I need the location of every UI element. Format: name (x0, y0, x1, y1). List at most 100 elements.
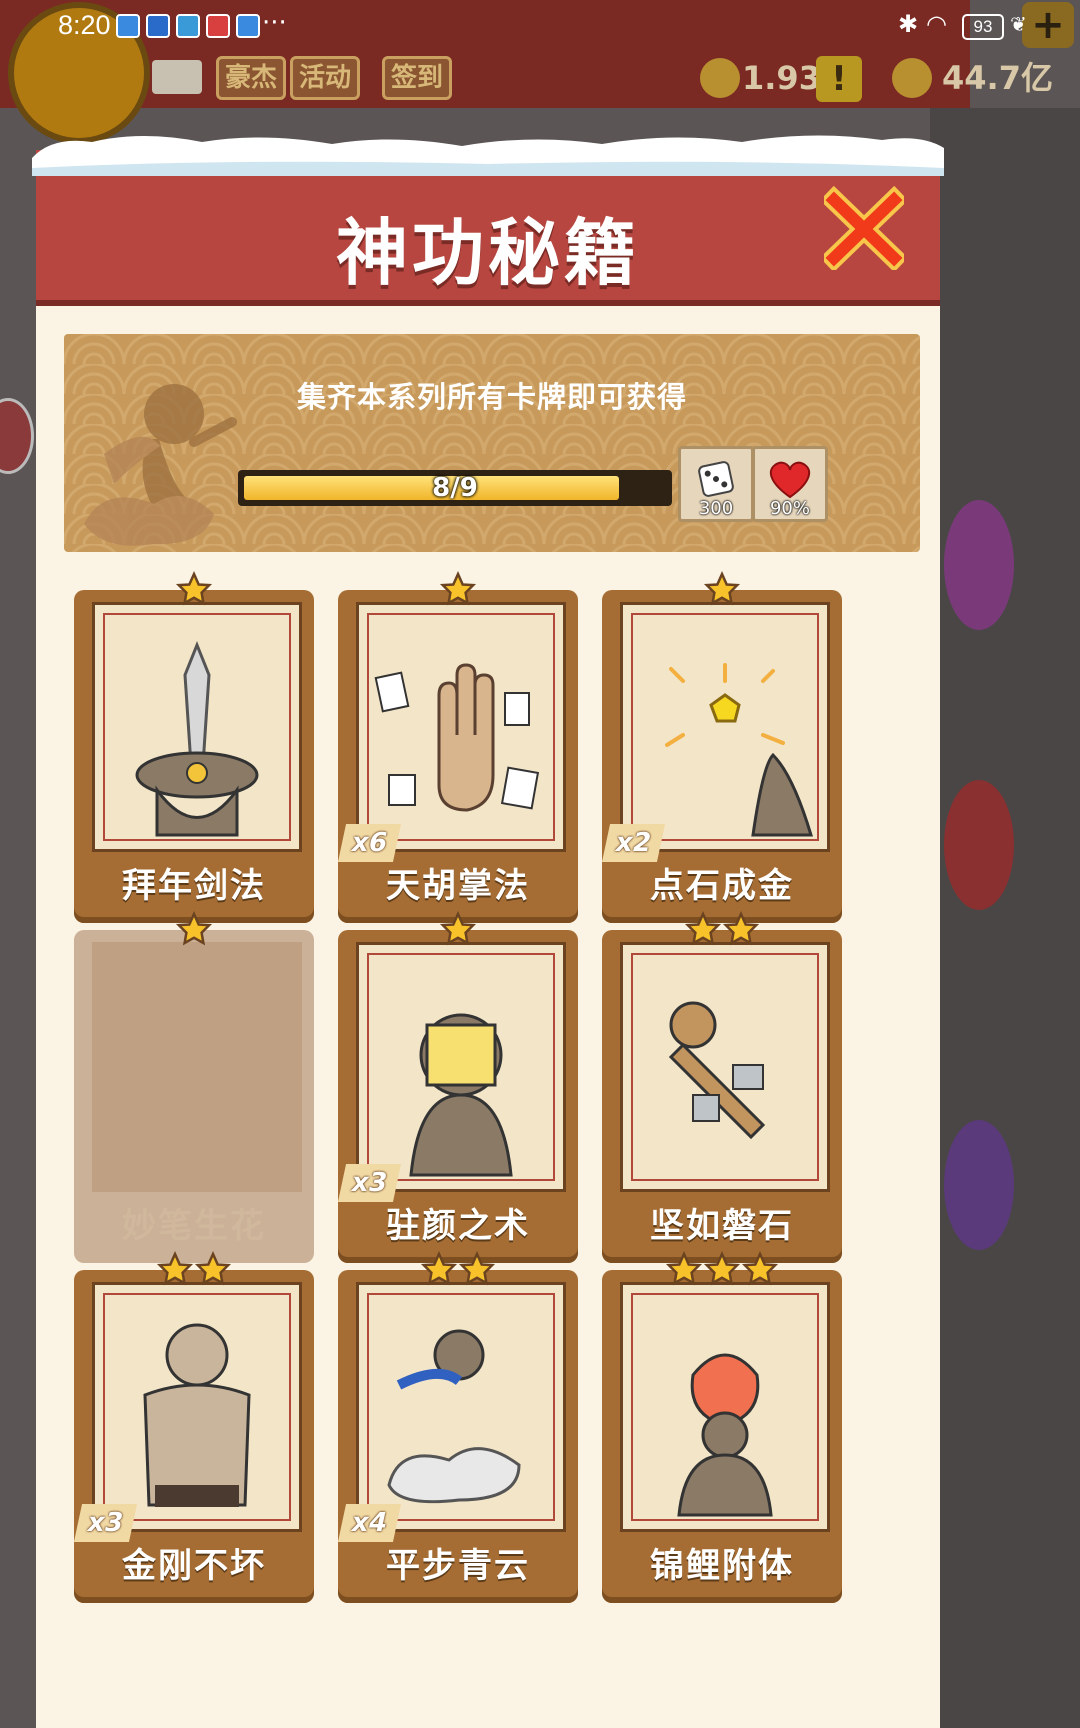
skill-card[interactable]: 驻颜之术 x3 (337, 910, 578, 1263)
card-frame: 驻颜之术 x3 (337, 930, 578, 1263)
wifi-icon: ◠ (926, 10, 947, 38)
card-artwork (92, 942, 302, 1192)
card-count-badge: x3 (337, 1164, 401, 1202)
status-bar: 8:20 ··· ✱ ◠ 93 ❦ (0, 0, 1080, 52)
star-icon (175, 910, 213, 946)
background-right-panel (930, 108, 1080, 1728)
close-button[interactable] (819, 185, 909, 273)
card-name: 驻颜之术 (386, 1206, 530, 1246)
alert-icon: ! (816, 56, 862, 102)
card-frame: 坚如磐石 (602, 930, 842, 1263)
collection-banner: 集齐本系列所有卡牌即可获得 8/9 300 90% (64, 334, 920, 552)
star-icon (703, 570, 741, 606)
coin-amount: 44.7亿 (942, 59, 1053, 97)
mail-icon (152, 60, 202, 94)
card-artwork (92, 602, 302, 852)
dice-reward-amount: 300 (698, 498, 734, 519)
card-artwork (620, 602, 830, 852)
skill-card[interactable]: 锦鲤附体 (602, 1250, 842, 1603)
card-stars (338, 1250, 578, 1290)
card-frame: 天胡掌法 x6 (337, 590, 578, 923)
cloud-app-icon (116, 14, 140, 38)
card-stars (74, 570, 314, 610)
close-icon (819, 185, 909, 273)
gem-icon (700, 58, 740, 98)
card-name: 锦鲤附体 (650, 1546, 794, 1586)
collection-modal: 神功秘籍 集齐本系列所有卡牌即可获得 8/9 300 90% 拜年剑法 天胡掌法… (32, 135, 944, 1728)
skill-card[interactable]: 天胡掌法 x6 (337, 570, 578, 923)
card-frame: 金刚不坏 x3 (73, 1270, 314, 1603)
card-stars (602, 1250, 842, 1290)
side-deco (944, 500, 1014, 630)
skill-card[interactable]: 点石成金 x2 (601, 570, 842, 923)
star-icon (420, 1250, 458, 1286)
card-frame: 锦鲤附体 (602, 1270, 842, 1603)
browser-app-icon (176, 14, 200, 38)
reward-dice[interactable]: 300 (678, 446, 754, 522)
snow-decoration (32, 135, 944, 176)
card-stars (602, 570, 842, 610)
leaf-icon: ❦ (1010, 12, 1027, 36)
card-name: 金刚不坏 (122, 1546, 266, 1586)
star-icon (722, 910, 760, 946)
skill-card[interactable]: 坚如磐石 (602, 910, 842, 1263)
card-stars (74, 1250, 314, 1290)
star-icon (458, 1250, 496, 1286)
card-artwork (356, 942, 566, 1192)
card-name: 平步青云 (386, 1546, 530, 1586)
card-artwork (356, 1282, 566, 1532)
star-icon (741, 1250, 779, 1286)
skill-card[interactable]: 平步青云 x4 (337, 1250, 578, 1603)
star-icon (684, 910, 722, 946)
bluetooth-icon: ✱ (898, 10, 919, 38)
shield-app-icon (146, 14, 170, 38)
card-stars (338, 910, 578, 950)
cloud-app-icon (236, 14, 260, 38)
battery-icon: 93 (962, 14, 1004, 40)
card-count-badge: x2 (601, 824, 665, 862)
star-icon (703, 1250, 741, 1286)
star-icon (665, 1250, 703, 1286)
progress-label: 8/9 (432, 473, 478, 503)
events-button: 活动 (290, 56, 361, 100)
card-count-badge: x4 (337, 1504, 401, 1542)
heroes-button: 豪杰 (216, 56, 287, 100)
card-name: 点石成金 (650, 866, 794, 906)
card-artwork (620, 942, 830, 1192)
side-bubble-icon (0, 398, 34, 474)
star-icon (439, 570, 477, 606)
star-icon (156, 1250, 194, 1286)
side-deco (944, 1120, 1014, 1250)
more-notifications-icon: ··· (262, 8, 287, 38)
card-count-badge: x3 (73, 1504, 137, 1542)
heart-reward-amount: 90% (769, 498, 810, 519)
banner-description: 集齐本系列所有卡牌即可获得 (296, 380, 687, 414)
card-frame: 妙笔生花 (74, 930, 314, 1263)
card-artwork (356, 602, 566, 852)
card-name: 坚如磐石 (650, 1206, 794, 1246)
card-frame: 拜年剑法 (74, 590, 314, 923)
card-artwork (92, 1282, 302, 1532)
reward-heart[interactable]: 90% (752, 446, 828, 522)
status-time: 8:20 (58, 10, 111, 40)
star-icon (175, 570, 213, 606)
card-artwork (620, 1282, 830, 1532)
skill-card[interactable]: 金刚不坏 x3 (73, 1250, 314, 1603)
skill-card[interactable]: 拜年剑法 (74, 570, 314, 923)
modal-header: 神功秘籍 (32, 135, 944, 306)
card-name: 妙笔生花 (122, 1206, 266, 1246)
side-deco (944, 780, 1014, 910)
coin-icon (892, 58, 932, 98)
star-icon (439, 910, 477, 946)
card-frame: 平步青云 x4 (337, 1270, 578, 1603)
star-icon (194, 1250, 232, 1286)
card-name: 拜年剑法 (122, 866, 266, 906)
collection-progress-bar: 8/9 (238, 470, 672, 506)
card-name: 天胡掌法 (386, 866, 530, 906)
card-frame: 点石成金 x2 (601, 590, 842, 923)
skill-card[interactable]: 妙笔生花 (74, 910, 314, 1263)
news-app-icon (206, 14, 230, 38)
card-count-badge: x6 (337, 824, 401, 862)
modal-title: 神功秘籍 (335, 211, 640, 295)
card-stars (74, 910, 314, 950)
